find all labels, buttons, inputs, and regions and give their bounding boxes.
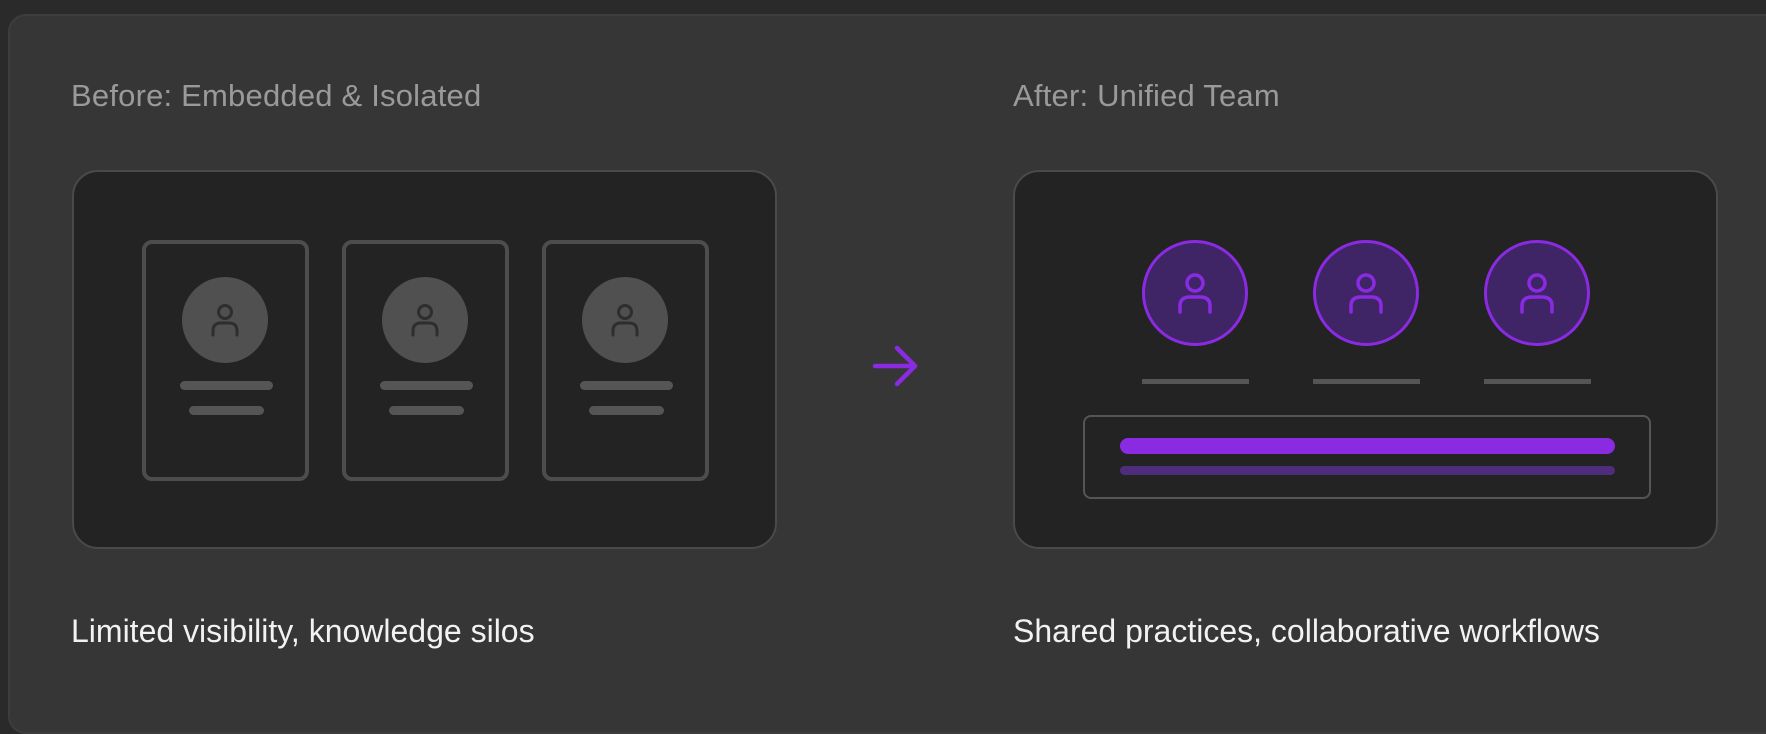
shared-workspace	[1083, 415, 1651, 499]
isolated-member-card-2	[342, 240, 509, 481]
shared-secondary-bar	[1120, 466, 1615, 475]
shared-progress-bar	[1120, 438, 1615, 454]
placeholder-line	[380, 381, 473, 390]
user-icon	[611, 304, 639, 337]
avatar	[582, 277, 668, 363]
after-panel	[1013, 170, 1718, 549]
user-icon	[411, 304, 439, 337]
placeholder-line	[1313, 379, 1420, 384]
placeholder-line	[1142, 379, 1249, 384]
placeholder-line	[180, 381, 273, 390]
after-caption: Shared practices, collaborative workflow…	[1013, 613, 1600, 649]
user-icon	[1520, 273, 1554, 314]
placeholder-line	[189, 406, 264, 415]
isolated-member-card-1	[142, 240, 309, 481]
user-icon	[211, 304, 239, 337]
placeholder-line	[1484, 379, 1591, 384]
avatar	[182, 277, 268, 363]
placeholder-line	[580, 381, 673, 390]
user-icon	[1349, 273, 1383, 314]
arrow-right-icon	[872, 345, 918, 387]
placeholder-line	[389, 406, 464, 415]
before-title: Before: Embedded & Isolated	[71, 78, 482, 113]
team-member-avatar-1	[1142, 240, 1248, 346]
user-icon	[1178, 273, 1212, 314]
placeholder-line	[589, 406, 664, 415]
before-caption: Limited visibility, knowledge silos	[71, 613, 535, 649]
team-member-avatar-3	[1484, 240, 1590, 346]
after-title: After: Unified Team	[1013, 78, 1280, 113]
avatar	[382, 277, 468, 363]
team-member-avatar-2	[1313, 240, 1419, 346]
before-panel	[72, 170, 777, 549]
isolated-member-card-3	[542, 240, 709, 481]
